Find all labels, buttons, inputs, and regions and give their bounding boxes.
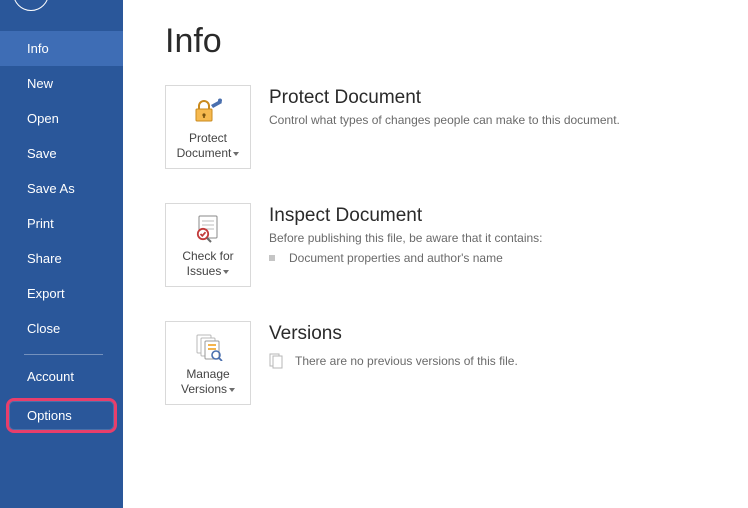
dropdown-indicator-icon — [223, 270, 229, 274]
nav-label: Open — [27, 111, 59, 126]
inspect-finding: Document properties and author's name — [269, 251, 543, 265]
nav-item-new[interactable]: New — [0, 66, 123, 101]
nav-label: Options — [27, 408, 72, 423]
inspect-document-icon — [193, 214, 223, 244]
tile-label: Manage Versions — [181, 367, 235, 397]
nav-item-open[interactable]: Open — [0, 101, 123, 136]
manage-versions-button[interactable]: Manage Versions — [165, 321, 251, 405]
tile-label: Check for Issues — [182, 249, 233, 279]
nav-item-options[interactable]: Options — [6, 398, 117, 433]
section-versions: Manage Versions Versions There are no pr… — [165, 321, 748, 405]
nav-item-account[interactable]: Account — [0, 359, 123, 394]
backstage-sidebar: Info New Open Save Save As Print Share E… — [0, 0, 123, 508]
versions-title: Versions — [269, 323, 518, 345]
nav-label: Close — [27, 321, 60, 336]
section-protect: Protect Document Protect Document Contro… — [165, 85, 748, 169]
section-inspect: Check for Issues Inspect Document Before… — [165, 203, 748, 287]
dropdown-indicator-icon — [229, 388, 235, 392]
inspect-title: Inspect Document — [269, 205, 543, 227]
inspect-findings-list: Document properties and author's name — [269, 251, 543, 265]
back-arrow-icon — [22, 0, 40, 2]
protect-description: Control what types of changes people can… — [269, 113, 620, 127]
nav-item-save[interactable]: Save — [0, 136, 123, 171]
tile-label: Protect Document — [177, 131, 240, 161]
versions-description: There are no previous versions of this f… — [295, 354, 518, 368]
nav-item-share[interactable]: Share — [0, 241, 123, 276]
nav-label: Account — [27, 369, 74, 384]
check-for-issues-button[interactable]: Check for Issues — [165, 203, 251, 287]
nav-label: Share — [27, 251, 62, 266]
main-content: Info Protect Document — [123, 0, 748, 508]
nav-item-export[interactable]: Export — [0, 276, 123, 311]
nav-label: Print — [27, 216, 54, 231]
nav-label: Info — [27, 41, 49, 56]
inspect-description: Before publishing this file, be aware th… — [269, 231, 543, 245]
nav-label: New — [27, 76, 53, 91]
protect-title: Protect Document — [269, 87, 620, 109]
dropdown-indicator-icon — [233, 152, 239, 156]
nav-label: Save As — [27, 181, 75, 196]
lock-key-icon — [193, 97, 223, 125]
nav-item-info[interactable]: Info — [0, 31, 123, 66]
nav-item-close[interactable]: Close — [0, 311, 123, 346]
nav-label: Export — [27, 286, 65, 301]
document-stack-icon — [269, 353, 283, 369]
nav-item-save-as[interactable]: Save As — [0, 171, 123, 206]
page-title: Info — [165, 22, 748, 61]
nav-label: Save — [27, 146, 57, 161]
protect-document-button[interactable]: Protect Document — [165, 85, 251, 169]
back-button[interactable] — [13, 0, 49, 11]
manage-versions-icon — [193, 333, 223, 361]
nav-divider — [24, 354, 103, 355]
nav-item-print[interactable]: Print — [0, 206, 123, 241]
nav-list: Info New Open Save Save As Print Share E… — [0, 31, 123, 433]
